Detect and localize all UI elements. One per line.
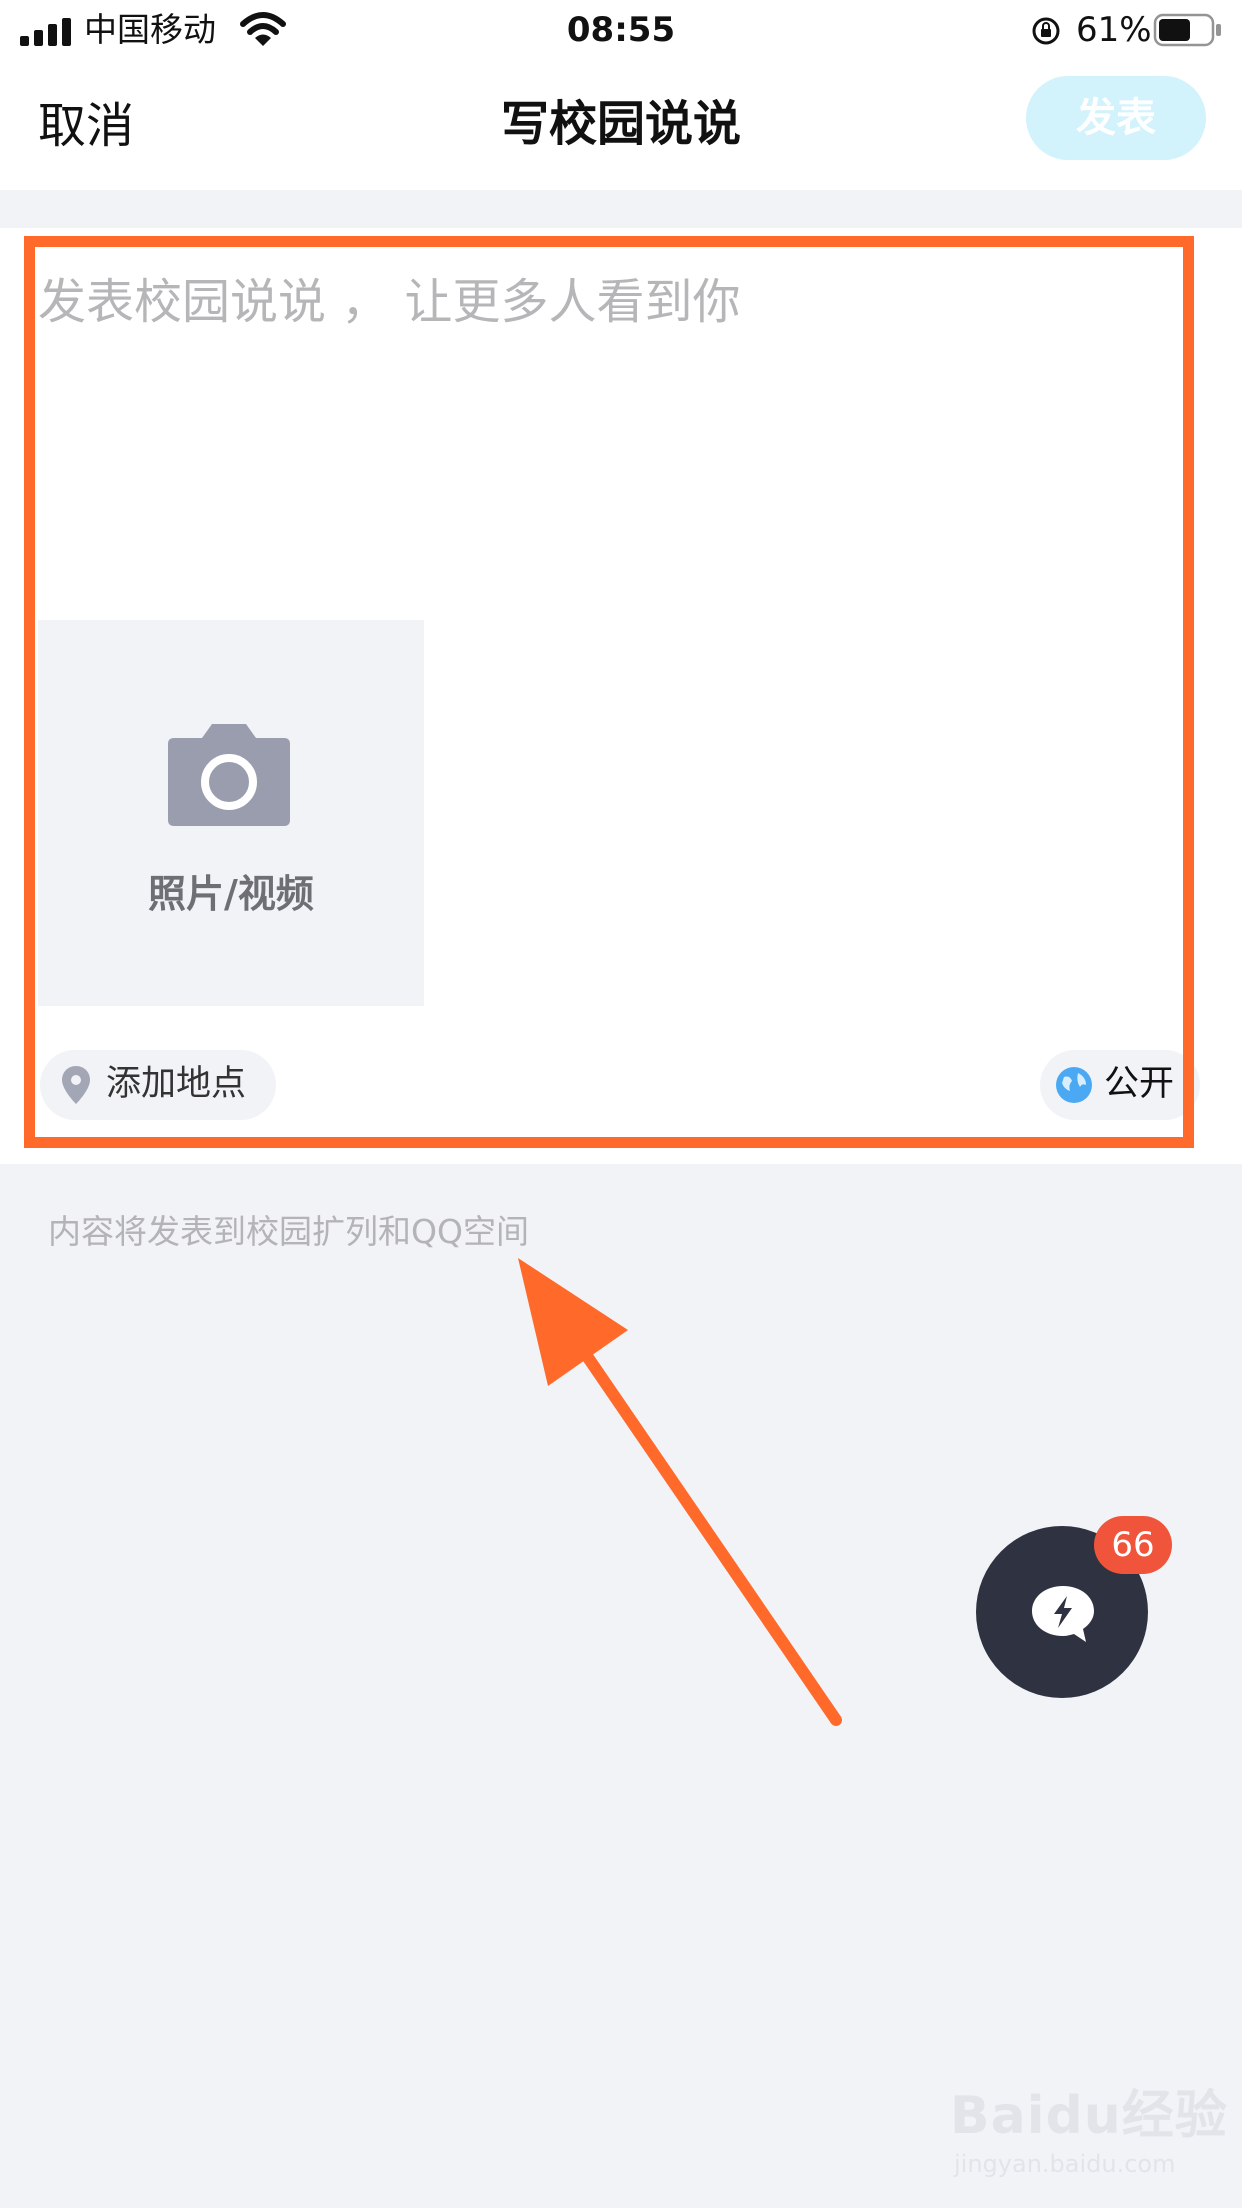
rotation-lock-icon [1032, 17, 1060, 45]
battery-percent: 61% [1076, 10, 1152, 50]
publish-notice: 内容将发表到校园扩列和QQ空间 [48, 1212, 529, 1251]
publish-button[interactable]: 发表 [1026, 76, 1206, 160]
lightning-chat-icon [1032, 1586, 1094, 1642]
battery-icon [1153, 13, 1221, 47]
watermark-logo: Baidu经验 [950, 2086, 1228, 2146]
notification-badge: 66 [1094, 1516, 1172, 1574]
watermark-url: jingyan.baidu.com [954, 2150, 1176, 2178]
annotation-highlight-box [24, 236, 1194, 1148]
